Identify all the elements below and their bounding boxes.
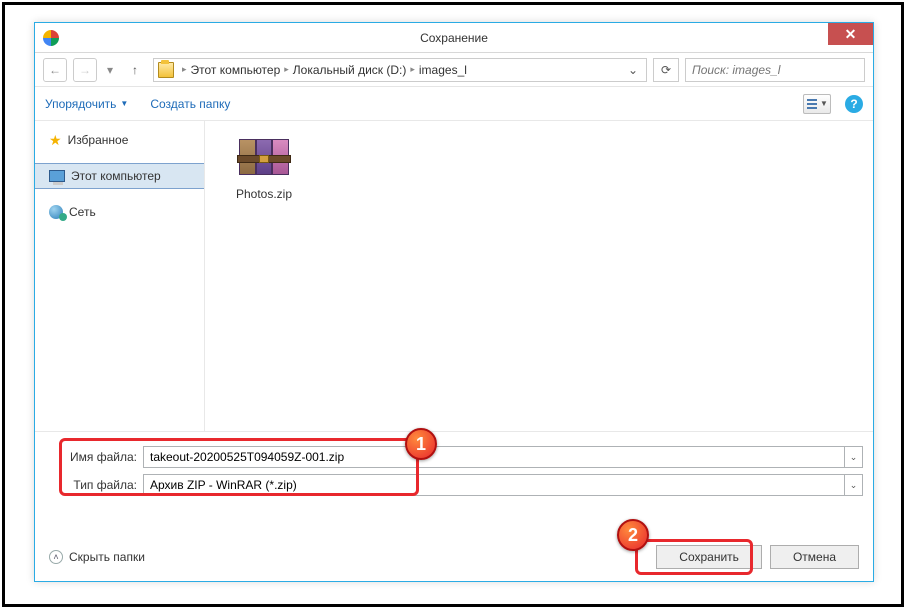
- archive-icon: [237, 135, 291, 179]
- dialog-body: ★ Избранное Этот компьютер Сеть P: [35, 121, 873, 431]
- annotation-badge-1: 1: [405, 428, 437, 460]
- breadcrumb[interactable]: Локальный диск (D:): [293, 63, 407, 77]
- file-item[interactable]: Photos.zip: [219, 135, 309, 201]
- filename-field[interactable]: [150, 450, 838, 464]
- titlebar: Сохранение ✕: [35, 23, 873, 53]
- filetype-row: Тип файла: Архив ZIP - WinRAR (*.zip) ⌄: [45, 474, 863, 496]
- window-title: Сохранение: [420, 31, 488, 45]
- chrome-icon: [43, 30, 59, 46]
- computer-icon: [49, 170, 65, 182]
- new-folder-button[interactable]: Создать папку: [150, 97, 230, 111]
- chevron-right-icon: ▸: [410, 64, 415, 75]
- file-pane[interactable]: Photos.zip: [205, 121, 873, 431]
- chevron-right-icon: ▸: [284, 64, 289, 75]
- sidebar-item-this-pc[interactable]: Этот компьютер: [35, 163, 204, 189]
- close-button[interactable]: ✕: [828, 23, 873, 45]
- address-bar[interactable]: ▸ Этот компьютер ▸ Локальный диск (D:) ▸…: [153, 58, 647, 82]
- network-icon: [49, 205, 63, 219]
- star-icon: ★: [49, 132, 62, 149]
- up-button[interactable]: ↑: [123, 58, 147, 82]
- sidebar: ★ Избранное Этот компьютер Сеть: [35, 121, 205, 431]
- help-button[interactable]: ?: [845, 95, 863, 113]
- chevron-down-icon: ▼: [120, 99, 128, 108]
- breadcrumb[interactable]: Этот компьютер: [191, 63, 281, 77]
- refresh-button[interactable]: ⟳: [653, 58, 679, 82]
- forward-button[interactable]: →: [73, 58, 97, 82]
- search-field[interactable]: [692, 63, 858, 77]
- breadcrumb[interactable]: images_l: [419, 63, 467, 77]
- sidebar-item-label: Этот компьютер: [71, 169, 161, 183]
- save-button[interactable]: Сохранить: [656, 545, 762, 569]
- filename-label: Имя файла:: [45, 450, 143, 464]
- history-dropdown-icon[interactable]: ▾: [103, 63, 117, 77]
- chevron-right-icon: ▸: [182, 64, 187, 75]
- annotation-badge-2: 2: [617, 519, 649, 551]
- back-button[interactable]: ←: [43, 58, 67, 82]
- filename-dropdown-icon[interactable]: ⌄: [845, 446, 863, 468]
- sidebar-item-label: Сеть: [69, 205, 96, 219]
- filetype-label: Тип файла:: [45, 478, 143, 492]
- sidebar-item-favorites[interactable]: ★ Избранное: [35, 127, 204, 153]
- organize-menu[interactable]: Упорядочить ▼: [45, 97, 128, 111]
- navbar: ← → ▾ ↑ ▸ Этот компьютер ▸ Локальный дис…: [35, 53, 873, 87]
- search-input[interactable]: [685, 58, 865, 82]
- toolbar: Упорядочить ▼ Создать папку ▼ ?: [35, 87, 873, 121]
- file-label: Photos.zip: [219, 187, 309, 201]
- sidebar-item-network[interactable]: Сеть: [35, 199, 204, 225]
- address-dropdown-icon[interactable]: ⌄: [624, 63, 642, 77]
- folder-icon: [158, 62, 174, 78]
- action-row: ˄ Скрыть папки Сохранить Отмена: [35, 545, 873, 569]
- save-dialog: Сохранение ✕ ← → ▾ ↑ ▸ Этот компьютер ▸ …: [34, 22, 874, 582]
- hide-folders-button[interactable]: ˄ Скрыть папки: [49, 550, 145, 564]
- filename-input[interactable]: [143, 446, 845, 468]
- filetype-value: Архив ZIP - WinRAR (*.zip): [150, 478, 297, 492]
- filename-row: Имя файла: ⌄: [45, 446, 863, 468]
- filetype-dropdown-icon[interactable]: ⌄: [845, 474, 863, 496]
- filetype-select[interactable]: Архив ZIP - WinRAR (*.zip): [143, 474, 845, 496]
- bottom-bar: Имя файла: ⌄ Тип файла: Архив ZIP - WinR…: [35, 431, 873, 581]
- sidebar-item-label: Избранное: [68, 133, 129, 147]
- view-options-button[interactable]: ▼: [803, 94, 831, 114]
- chevron-up-icon: ˄: [49, 550, 63, 564]
- cancel-button[interactable]: Отмена: [770, 545, 859, 569]
